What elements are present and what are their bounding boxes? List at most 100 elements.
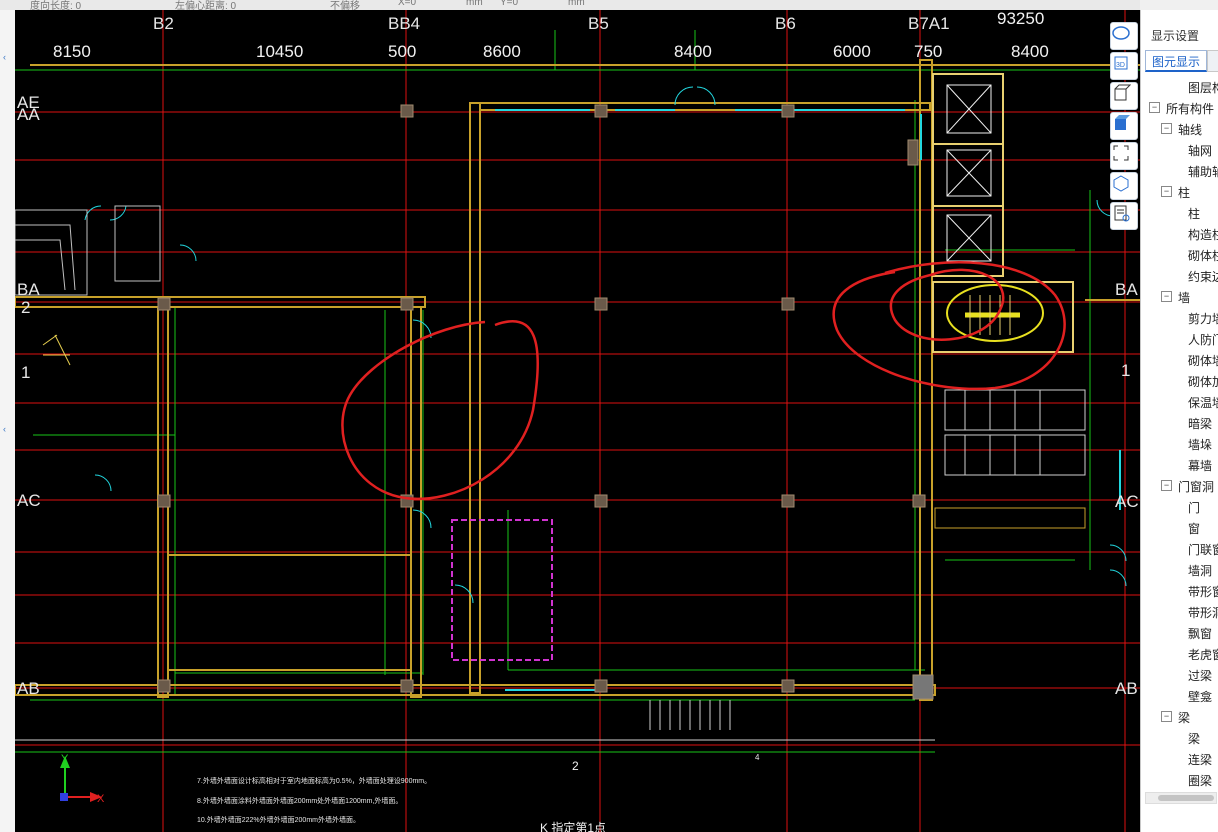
tree-item-label: 辅助轴线 <box>1188 165 1218 179</box>
tree-item-label: 窗 <box>1188 522 1201 536</box>
tree-item[interactable]: 门联窗 <box>1141 538 1218 559</box>
red-markup-annotations <box>341 261 1066 501</box>
tree-item-label: 人防门框墙 <box>1188 333 1218 347</box>
tree-toggle-icon[interactable]: − <box>1161 291 1172 302</box>
tree-item[interactable]: 暗梁 <box>1141 412 1218 433</box>
tree-toggle-icon[interactable]: − <box>1161 186 1172 197</box>
tree-item-label: 连梁 <box>1188 753 1213 767</box>
axis-label-b2: B2 <box>153 14 174 33</box>
tree-item[interactable]: − 梁 <box>1141 706 1218 727</box>
tree-item[interactable]: 连梁 <box>1141 748 1218 769</box>
tree-item[interactable]: 保温墙 <box>1141 391 1218 412</box>
axis-label-ab-right: AB <box>1115 679 1138 698</box>
panel-horizontal-scrollbar[interactable] <box>1145 792 1217 804</box>
tree-item[interactable]: 柱 <box>1141 202 1218 223</box>
tree-toggle-icon[interactable]: − <box>1149 102 1160 113</box>
fit-view-icon[interactable] <box>1110 142 1138 170</box>
axis-label-ac-right: AC <box>1115 492 1139 511</box>
tab-next[interactable] <box>1207 50 1218 72</box>
tree-item[interactable]: − 所有构件 <box>1141 97 1218 118</box>
axis-label-bb4: BB4 <box>388 14 420 33</box>
tree-item[interactable]: 图层构件 <box>1141 76 1218 97</box>
tree-item-label: 砌体加筋 <box>1188 375 1218 389</box>
tree-item[interactable]: 辅助轴线 <box>1141 160 1218 181</box>
tree-item[interactable]: − 墙 <box>1141 286 1218 307</box>
3d-view-icon[interactable]: 3D <box>1110 52 1138 80</box>
dim-label: 8400 <box>674 42 712 61</box>
tree-item[interactable]: 剪力墙 <box>1141 307 1218 328</box>
tree-item-label: 老虎窗 <box>1188 648 1218 662</box>
tree-item-label: 保温墙 <box>1188 396 1218 410</box>
orbit-view-icon[interactable] <box>1110 22 1138 50</box>
cad-note-line: 8.外墙外墙面涂料外墙面外墙面200mm处外墙面1200mm,外墙面。 <box>197 796 402 805</box>
tree-item[interactable]: 砌体墙 <box>1141 349 1218 370</box>
tree-item[interactable]: 砌体柱 <box>1141 244 1218 265</box>
tree-item[interactable]: 带形窗 <box>1141 580 1218 601</box>
ucs-x-label: X <box>97 793 105 805</box>
axis-label-b7a1: B7A1 <box>908 14 950 33</box>
axis-label-ab: AB <box>17 679 40 698</box>
ucs-y-label: Y <box>61 753 69 765</box>
tree-item[interactable]: − 轴线 <box>1141 118 1218 139</box>
tree-item[interactable]: − 柱 <box>1141 181 1218 202</box>
tree-item-label: 剪力墙 <box>1188 312 1218 326</box>
tree-item[interactable]: 飘窗 <box>1141 622 1218 643</box>
tree-item[interactable]: 梁 <box>1141 727 1218 748</box>
toolbar-y-input[interactable]: Y=0 <box>500 0 518 8</box>
tree-toggle-icon[interactable]: − <box>1161 480 1172 491</box>
tree-item-label: 圈梁 <box>1188 774 1213 788</box>
dim-label: 8150 <box>53 42 91 61</box>
tree-item[interactable]: 老虎窗 <box>1141 643 1218 664</box>
tree-toggle-icon[interactable]: − <box>1161 711 1172 722</box>
tree-item[interactable]: 门 <box>1141 496 1218 517</box>
tree-item[interactable]: 圈梁 <box>1141 769 1218 790</box>
tree-item-label: 柱 <box>1178 186 1191 200</box>
tree-item-label: 所有构件 <box>1166 102 1215 116</box>
tree-item[interactable]: 人防门框墙 <box>1141 328 1218 349</box>
left-sidebar-strip: ‹ ‹ <box>0 10 16 832</box>
properties-icon[interactable] <box>1110 202 1138 230</box>
svg-text:3D: 3D <box>1116 62 1125 69</box>
tree-item[interactable]: 约束边缘 <box>1141 265 1218 286</box>
component-tree: 图层构件−所有构件−轴线轴网辅助轴线−柱柱构造柱砌体柱约束边缘−墙剪力墙人防门框… <box>1141 76 1218 790</box>
cube-view-icon[interactable] <box>1110 112 1138 140</box>
axis-label-2: 2 <box>21 298 30 317</box>
tab-element-display[interactable]: 图元显示 <box>1145 50 1207 72</box>
axis-label-1-right: 1 <box>1121 361 1130 380</box>
box-view-icon[interactable] <box>1110 82 1138 110</box>
axis-label-ba: BA <box>17 280 40 299</box>
tree-item[interactable]: 窗 <box>1141 517 1218 538</box>
tree-item[interactable]: 墙垛 <box>1141 433 1218 454</box>
tree-item[interactable]: 构造柱 <box>1141 223 1218 244</box>
toolbar-x-input[interactable]: X=0 <box>398 0 416 8</box>
note-right: 4 <box>755 753 760 762</box>
tree-item-label: 图层构件 <box>1188 81 1218 95</box>
perspective-view-icon[interactable] <box>1110 172 1138 200</box>
tree-item[interactable]: 过梁 <box>1141 664 1218 685</box>
tree-item[interactable]: 墙洞 <box>1141 559 1218 580</box>
cad-drawing-canvas[interactable]: B2 BB4 B5 B6 B7A1 AE AA BA 2 1 AC AB BA … <box>15 10 1140 832</box>
tree-item[interactable]: 幕墙 <box>1141 454 1218 475</box>
tree-item-label: 门窗洞 <box>1178 480 1215 494</box>
dim-label: 500 <box>388 42 416 61</box>
axis-label-ac: AC <box>17 491 41 510</box>
tree-item[interactable]: − 门窗洞 <box>1141 475 1218 496</box>
tree-item-label: 飘窗 <box>1188 627 1213 641</box>
display-settings-panel: 显示设置 图元显示 图层构件−所有构件−轴线轴网辅助轴线−柱柱构造柱砌体柱约束边… <box>1140 10 1218 832</box>
tree-item[interactable]: 砌体加筋 <box>1141 370 1218 391</box>
tree-item[interactable]: 带形洞 <box>1141 601 1218 622</box>
tree-item[interactable]: 轴网 <box>1141 139 1218 160</box>
cad-floor-plan[interactable]: B2 BB4 B5 B6 B7A1 AE AA BA 2 1 AC AB BA … <box>15 10 1140 832</box>
panel-title: 显示设置 <box>1151 29 1200 43</box>
left-strip-arrow-icon[interactable]: ‹ <box>3 52 6 62</box>
tree-item-label: 砌体墙 <box>1188 354 1218 368</box>
dim-label: 750 <box>914 42 942 61</box>
tree-item[interactable]: 壁龛 <box>1141 685 1218 706</box>
dim-label: 8400 <box>1011 42 1049 61</box>
axis-label-ba-right: BA <box>1115 280 1138 299</box>
left-strip-handle-icon[interactable]: ‹ <box>3 424 6 434</box>
tree-item-label: 约束边缘 <box>1188 270 1218 284</box>
tree-toggle-icon[interactable]: − <box>1161 123 1172 134</box>
tree-item-label: 墙 <box>1178 291 1191 305</box>
axis-label-aa: AA <box>17 105 40 124</box>
